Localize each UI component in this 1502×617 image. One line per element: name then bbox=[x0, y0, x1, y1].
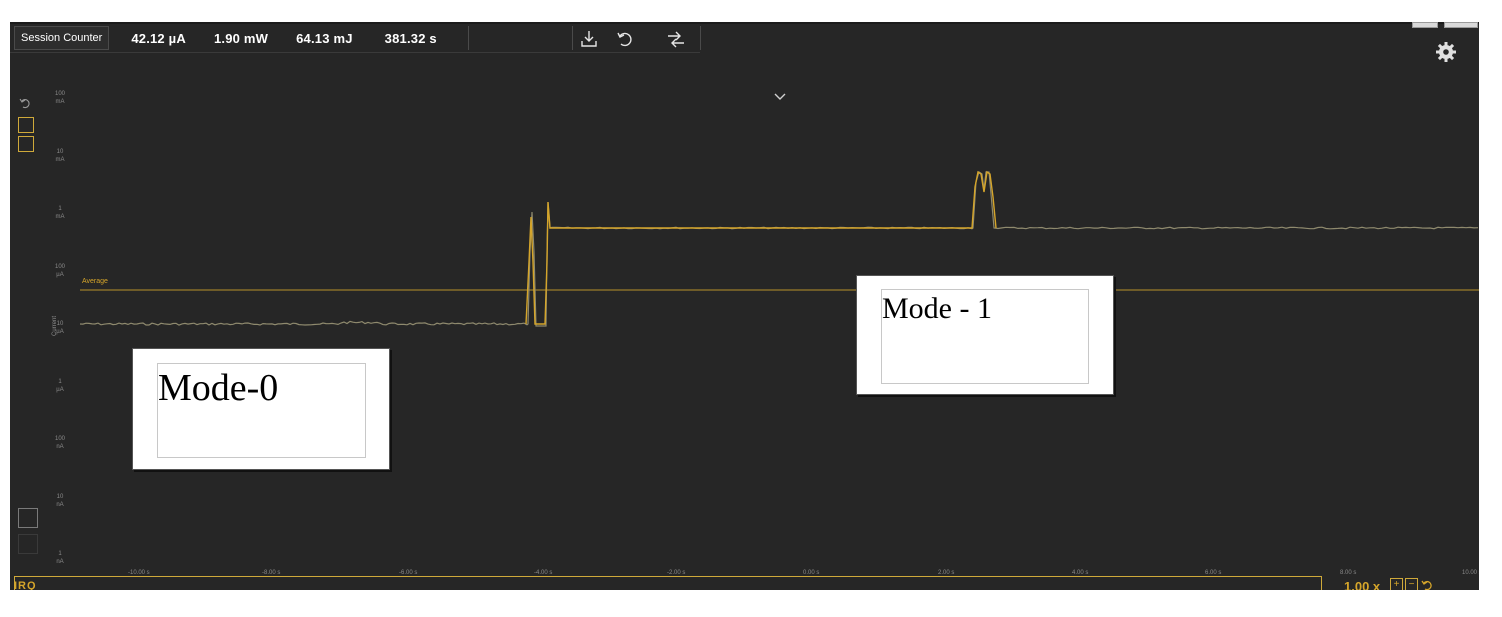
power-profiler-window: Session Counter 42.12 µA 1.90 mW 64.13 m… bbox=[10, 22, 1479, 590]
irq-badge: IRQ bbox=[14, 580, 37, 590]
mode-0-annotation-inner: Mode-0 bbox=[157, 363, 366, 458]
digital-channels-bar bbox=[14, 576, 1322, 590]
current-trace bbox=[79, 171, 1479, 327]
mode-0-label: Mode-0 bbox=[158, 367, 279, 409]
mode-0-annotation: Mode-0 bbox=[132, 348, 390, 470]
zoom-level: 1.00 x bbox=[1344, 579, 1381, 590]
current-plot bbox=[79, 170, 1479, 327]
mode-1-annotation: Mode - 1 bbox=[856, 275, 1114, 395]
zoom-out-button[interactable]: − bbox=[1405, 578, 1418, 590]
zoom-in-button[interactable]: + bbox=[1390, 578, 1403, 590]
x-tick-label: 10.00 s bbox=[1462, 570, 1479, 576]
mode-1-label: Mode - 1 bbox=[882, 292, 992, 325]
x-tick-label: 8.00 s bbox=[1340, 570, 1357, 576]
average-label: Average bbox=[82, 278, 108, 285]
zoom-reset-icon[interactable] bbox=[1420, 578, 1434, 590]
mode-1-annotation-inner: Mode - 1 bbox=[881, 289, 1089, 384]
